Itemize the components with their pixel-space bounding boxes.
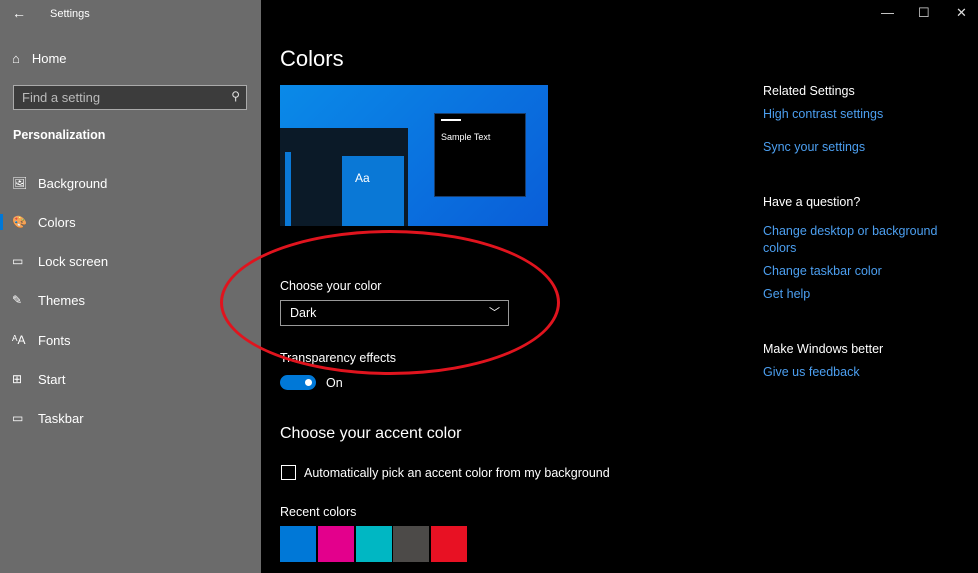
recent-colors-label: Recent colors: [280, 505, 357, 519]
color-swatch[interactable]: [280, 526, 316, 562]
sidebar-item-background[interactable]: 🖼 Background: [0, 168, 261, 198]
search-input[interactable]: Find a setting ⚲: [13, 85, 247, 110]
back-button[interactable]: ←: [12, 5, 26, 21]
sidebar-item-themes[interactable]: ✎ Themes: [0, 285, 261, 315]
preview-sample-text: Sample Text: [441, 132, 491, 142]
palette-icon: 🎨: [12, 215, 27, 229]
preview-start-menu: Aa: [280, 128, 408, 226]
preview-tile-text: Aa: [355, 171, 370, 185]
home-label: Home: [31, 51, 67, 66]
change-bg-link-cont[interactable]: colors: [763, 241, 796, 255]
nav-label: Themes: [38, 292, 85, 308]
change-taskbar-link[interactable]: Change taskbar color: [763, 264, 882, 278]
section-heading: Personalization: [13, 128, 106, 142]
sidebar-item-colors[interactable]: 🎨 Colors: [0, 207, 261, 237]
page-title: Colors: [280, 46, 344, 71]
picture-icon: 🖼: [12, 176, 28, 190]
sidebar-item-fonts[interactable]: ᴬA Fonts: [0, 325, 261, 355]
sidebar: ← Settings ⌂ Home Find a setting ⚲ Persona…: [0, 0, 261, 573]
chevron-down-icon: ﹀: [489, 307, 500, 319]
get-help-link[interactable]: Get help: [763, 287, 810, 301]
choose-color-label: Choose your color: [280, 279, 382, 293]
search-icon: ⚲: [231, 89, 240, 103]
related-settings-heading: Related Settings: [763, 84, 855, 98]
auto-accent-label: Automatically pick an accent color from …: [304, 466, 610, 480]
question-heading: Have a question?: [763, 195, 861, 209]
color-swatch[interactable]: [431, 526, 467, 562]
minimize-button[interactable]: —: [881, 5, 894, 20]
home-icon: ⌂: [12, 51, 20, 66]
close-button[interactable]: ✕: [956, 5, 967, 21]
taskbar-icon: ▭: [12, 411, 24, 425]
start-icon: ⊞: [12, 372, 23, 386]
nav-label: Colors: [38, 214, 76, 230]
transparency-toggle[interactable]: [280, 375, 316, 390]
fonts-icon: ᴬA: [12, 333, 26, 347]
nav-label: Background: [38, 175, 108, 191]
app-title: Settings: [50, 8, 90, 20]
change-bg-link[interactable]: Change desktop or background: [763, 224, 937, 238]
feedback-link[interactable]: Give us feedback: [763, 365, 860, 379]
nav-label: Lock screen: [38, 253, 109, 269]
dropdown-value: Dark: [290, 306, 317, 320]
sync-settings-link[interactable]: Sync your settings: [763, 140, 865, 154]
sidebar-item-home[interactable]: ⌂ Home: [12, 51, 67, 66]
sidebar-item-taskbar[interactable]: ▭ Taskbar: [0, 403, 261, 433]
high-contrast-link[interactable]: High contrast settings: [763, 107, 883, 121]
nav-label: Fonts: [38, 332, 71, 348]
preview-window: Sample Text: [434, 113, 526, 197]
toggle-state: On: [326, 376, 343, 390]
color-swatch[interactable]: [356, 526, 392, 562]
color-swatch[interactable]: [318, 526, 354, 562]
choose-color-dropdown[interactable]: Dark ﹀: [280, 300, 509, 326]
accent-heading: Choose your accent color: [280, 425, 462, 442]
transparency-label: Transparency effects: [280, 351, 397, 365]
color-swatch[interactable]: [393, 526, 429, 562]
sidebar-item-lock-screen[interactable]: ▭ Lock screen: [0, 246, 261, 276]
color-preview: Aa Sample Text: [280, 85, 548, 226]
nav-label: Taskbar: [38, 410, 84, 426]
nav-label: Start: [38, 371, 66, 387]
search-placeholder: Find a setting: [22, 90, 101, 105]
lock-screen-icon: ▭: [12, 254, 24, 268]
auto-accent-checkbox[interactable]: [281, 465, 296, 480]
sidebar-item-start[interactable]: ⊞ Start: [0, 364, 261, 394]
themes-icon: ✎: [12, 293, 23, 307]
main-content: — ☐ ✕ Colors Aa Sample Text Choose your …: [261, 0, 978, 573]
maximize-button[interactable]: ☐: [918, 5, 930, 21]
better-heading: Make Windows better: [763, 342, 884, 356]
